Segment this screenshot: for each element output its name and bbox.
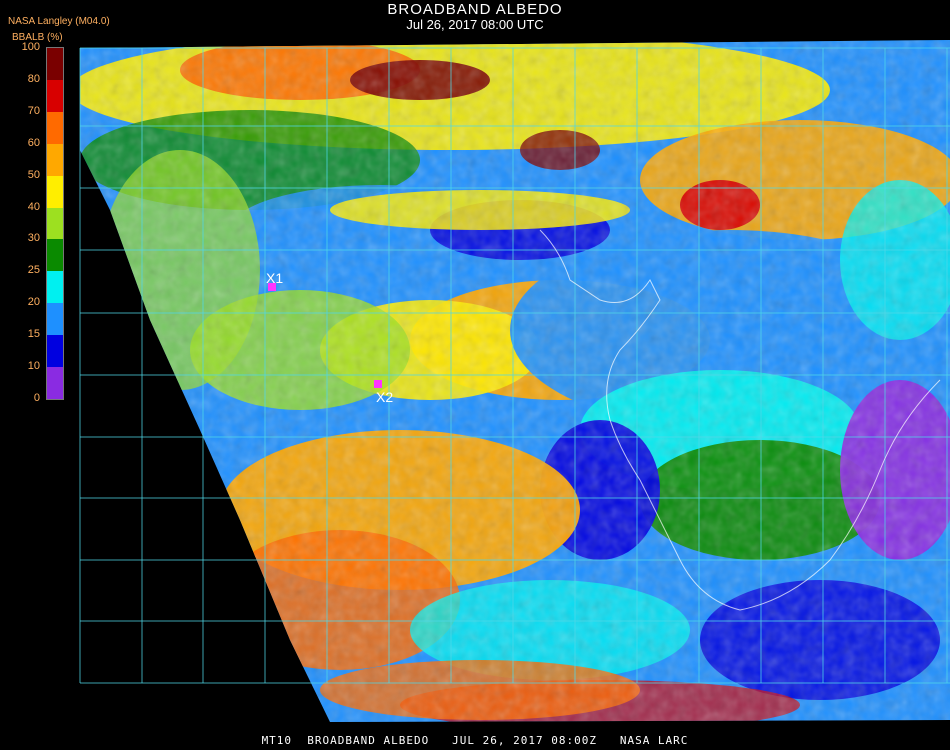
colorbar-segment xyxy=(47,367,63,400)
footer-caption: MT10 BROADBAND ALBEDO JUL 26, 2017 08:00… xyxy=(261,734,689,747)
colorbar-tick-label: 100 xyxy=(21,41,40,53)
colorbar-segment xyxy=(47,175,63,209)
colorbar-segment xyxy=(47,111,63,145)
colorbar-segment xyxy=(47,48,63,81)
colorbar-tick-label: 70 xyxy=(27,104,40,117)
map-title: BROADBAND ALBEDO xyxy=(387,1,563,18)
colorbar-tick-label: 50 xyxy=(27,168,40,181)
colorbar-tick-label: 80 xyxy=(27,72,40,85)
colorbar-tick-label: 60 xyxy=(27,136,40,149)
map-timestamp: Jul 26, 2017 08:00 UTC xyxy=(406,17,544,32)
colorbar-tick-label: 30 xyxy=(27,232,40,245)
marker-label: X2 xyxy=(376,389,393,405)
colorbar-segment xyxy=(47,335,63,368)
marker-point xyxy=(374,380,382,388)
colorbar xyxy=(46,47,64,400)
colorbar-segment xyxy=(47,239,63,272)
colorbar-tick-label: 0 xyxy=(33,392,40,404)
colorbar-tick-label: 10 xyxy=(27,360,40,373)
colorbar-segment xyxy=(47,207,63,240)
colorbar-segment xyxy=(47,271,63,304)
colorbar-tick-label: 15 xyxy=(27,328,40,341)
albedo-map: X1 X2 xyxy=(79,40,950,722)
colorbar-segment xyxy=(47,79,63,113)
colorbar-tick-label: 40 xyxy=(27,200,40,213)
brand-label: NASA Langley (M04.0) xyxy=(8,16,110,27)
colorbar-segment xyxy=(47,143,63,177)
colorbar-tick-label: 20 xyxy=(27,296,40,309)
colorbar-segment xyxy=(47,303,63,336)
colorbar-tick-label: 25 xyxy=(27,264,40,277)
marker-label: X1 xyxy=(266,270,283,286)
